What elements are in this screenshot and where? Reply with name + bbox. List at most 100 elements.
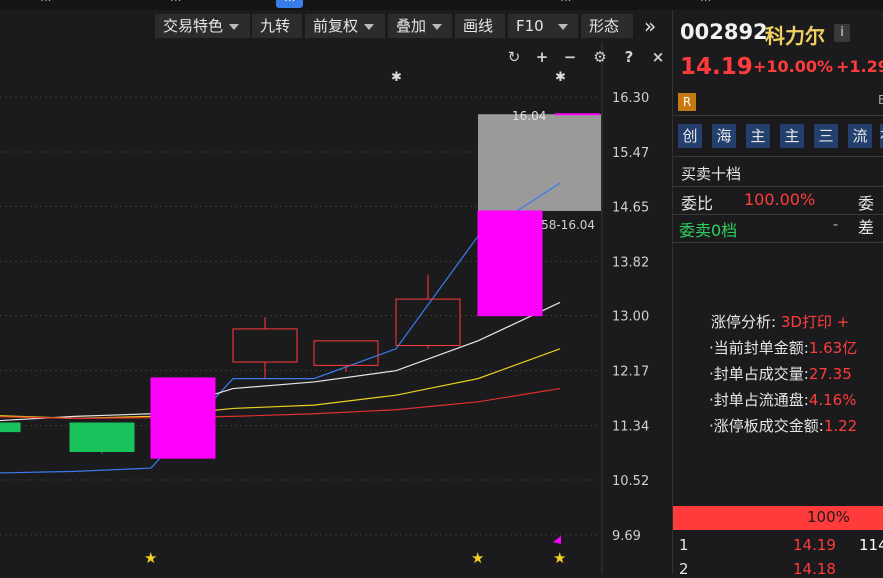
limit-row-label: ·封单占流通盘: <box>709 391 809 409</box>
limit-row-value: 4.16% <box>808 391 857 409</box>
kline-chart[interactable]: 16.30 15.47 14.65 13.82 13.00 12.17 11.34 10.52… <box>0 42 672 574</box>
y-tick-label: 9.69 <box>612 529 641 544</box>
info-icon[interactable]: i <box>834 24 850 42</box>
tag-chuang[interactable]: 创 <box>678 124 702 148</box>
divider <box>673 214 883 215</box>
buy-level-number: 1 <box>679 536 689 554</box>
chevron-down-icon <box>364 23 375 30</box>
divider <box>673 186 883 187</box>
overlay-label: 叠加 <box>396 17 427 35</box>
y-tick-label: 13.82 <box>612 255 649 270</box>
star-icon: ★ <box>471 549 484 567</box>
y-tick-label: 10.52 <box>612 474 649 489</box>
limit-row-value: 27.35 <box>808 365 852 383</box>
change-percent: +10.00% <box>753 57 834 76</box>
candle-body <box>395 298 461 346</box>
limit-row: ·封单占流通盘:4.16% <box>709 389 856 410</box>
star-icon: ★ <box>144 549 157 567</box>
help-icon[interactable]: ? <box>620 48 638 66</box>
limit-row-label: ·当前封单金额: <box>709 339 809 357</box>
nine-turns-button[interactable]: 九转 <box>252 14 302 38</box>
trade-features-dropdown[interactable]: 交易特色 <box>155 14 250 38</box>
pre-adjust-label: 前复权 <box>313 17 359 35</box>
weibi-value: 100.00% <box>744 190 816 209</box>
top-tab-strip: ... ... ... ... ... <box>0 0 883 10</box>
range-top-label: 16.04 <box>512 109 546 123</box>
buy-ratio-label: 100% <box>807 508 850 526</box>
pattern-button[interactable]: 形态 <box>581 14 633 38</box>
change-amount: +1.29 <box>836 57 883 76</box>
buy-level-price: 14.18 <box>793 560 836 578</box>
close-icon[interactable]: × <box>649 48 667 66</box>
ma-line-yellow <box>0 348 561 419</box>
more-glyph: » <box>644 14 657 38</box>
orderbook-title: 买卖十档 <box>681 165 742 183</box>
flag-marker <box>553 536 561 544</box>
limit-row: ·涨停板成交金额:1.22 <box>709 415 857 436</box>
buy-level-volume: 114 <box>859 536 883 554</box>
top-tab[interactable]: ... <box>40 0 51 8</box>
r-badge[interactable]: R <box>678 93 696 111</box>
y-tick-label: 14.65 <box>612 200 649 215</box>
chevron-down-icon <box>229 23 240 30</box>
buy-ratio-bar: 100% <box>673 506 883 530</box>
tag-zhu[interactable]: 主 <box>746 124 770 148</box>
y-tick-label: 15.47 <box>612 146 649 161</box>
tag-hai[interactable]: 海 <box>712 124 736 148</box>
limit-row-value: 1.63亿 <box>808 339 858 357</box>
y-tick-label: 13.00 <box>612 310 649 325</box>
top-tab-active[interactable]: ... <box>276 0 304 8</box>
candle-body <box>313 340 379 366</box>
limit-analysis-label: 涨停分析: <box>711 313 777 331</box>
y-tick-label: 11.34 <box>612 420 649 435</box>
edge-letter: E <box>878 93 883 107</box>
pre-adjust-dropdown[interactable]: 前复权 <box>305 14 385 38</box>
refresh-icon[interactable]: ↻ <box>505 48 523 66</box>
asterisk-icon: ✱ <box>555 70 566 85</box>
candle-body <box>477 210 543 317</box>
stock-code: 002892 <box>680 20 768 44</box>
divider <box>673 115 883 116</box>
tag-liu[interactable]: 流 <box>848 124 872 148</box>
limit-row: ·当前封单金额:1.63亿 <box>709 337 857 358</box>
candle-body <box>232 328 298 363</box>
zoom-in-icon[interactable]: + <box>533 48 551 66</box>
draw-line-button[interactable]: 画线 <box>455 14 505 38</box>
quote-panel: 002892 科力尔 i 14.19 +10.00% +1.29 R E 创 海… <box>672 10 883 578</box>
candle-body <box>150 377 216 459</box>
chart-toolbar: 交易特色 九转 前复权 叠加 画线 F10 形态 » <box>0 10 672 42</box>
asterisk-icon: ✱ <box>391 70 402 85</box>
f10-dropdown[interactable]: F10 <box>508 14 578 38</box>
sell-level-0-value: - <box>833 217 839 233</box>
pattern-label: 形态 <box>589 17 620 35</box>
current-price: 14.19 <box>680 54 753 80</box>
candle-body <box>0 422 21 433</box>
more-icon[interactable]: » <box>636 14 670 38</box>
stock-name: 科力尔 <box>765 24 825 48</box>
limit-analysis-title: 涨停分析: 3D打印 + <box>711 311 849 332</box>
divider <box>673 156 883 157</box>
overlay-dropdown[interactable]: 叠加 <box>388 14 452 38</box>
zoom-out-icon[interactable]: − <box>561 48 579 66</box>
buy-level-number: 2 <box>679 560 689 578</box>
tag-san[interactable]: 三 <box>814 124 838 148</box>
top-tab[interactable]: ... <box>170 0 181 8</box>
chevron-down-icon <box>557 23 568 30</box>
top-tab[interactable]: ... <box>560 0 571 8</box>
top-tab[interactable]: ... <box>700 0 711 8</box>
sell-level-0-label: 委卖0档 <box>679 221 738 240</box>
kline-chart-svg: 16.30 15.47 14.65 13.82 13.00 12.17 11.34 10.52… <box>0 42 649 574</box>
ma-line-red <box>0 387 561 419</box>
draw-line-label: 画线 <box>463 17 494 35</box>
y-tick-label: 12.17 <box>612 365 649 380</box>
limit-row-label: ·封单占成交量: <box>709 365 809 383</box>
limit-row: ·封单占成交量:27.35 <box>709 363 852 384</box>
gear-icon[interactable]: ⚙ <box>591 48 609 66</box>
weibi-label: 委比 <box>681 194 714 213</box>
limit-row-label: ·涨停板成交金额: <box>709 417 824 435</box>
limit-analysis-concept[interactable]: 3D打印 + <box>781 313 849 331</box>
chevron-down-icon <box>432 23 443 30</box>
tag-zhu-2[interactable]: 主 <box>780 124 804 148</box>
trade-features-label: 交易特色 <box>163 17 224 35</box>
f10-label: F10 <box>516 17 544 35</box>
